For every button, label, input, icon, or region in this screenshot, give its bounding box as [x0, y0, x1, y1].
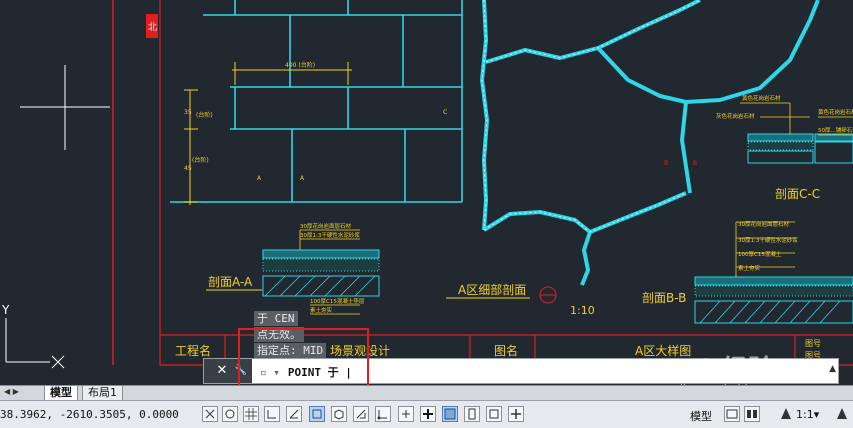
annotation-monitor-icon[interactable]	[508, 406, 524, 422]
section-bb-title: 剖面B-B	[642, 291, 686, 305]
callout-bb-4: 素土夯实	[738, 264, 761, 272]
callout-aa-4: 素土夯实	[310, 306, 333, 314]
3d-osnap-icon[interactable]	[331, 406, 347, 422]
object-snap-icon[interactable]	[309, 406, 325, 422]
command-prefix-icon[interactable]: ▫ ▾	[260, 366, 280, 379]
command-history-line-2: 点无效。	[254, 327, 304, 342]
ucs-y-label: Y	[1, 303, 10, 317]
tb-project-value: 场景观设计	[330, 344, 390, 358]
section-aa-title: 剖面A-A	[208, 275, 253, 289]
scale-text: 1:10	[570, 304, 595, 317]
command-input[interactable]: ▫ ▾ POINT 于 |	[260, 364, 352, 380]
tab-model[interactable]: 模型	[44, 386, 78, 401]
command-history-line-3: 指定点: MID	[254, 343, 327, 358]
wrench-icon[interactable]: 🔧	[233, 362, 249, 380]
crosshair-cursor	[20, 65, 110, 150]
infer-constraints-icon[interactable]	[222, 406, 238, 422]
title-red-text: 北	[148, 22, 157, 33]
dim-h2-text: (台阶)	[192, 156, 209, 164]
callout-cc-2: 灰色花岗岩石材	[716, 112, 755, 120]
dim-h1-text: (台阶)	[196, 111, 213, 119]
marker-a1-text: A	[257, 175, 262, 182]
annotation-scale-value: 1:1	[796, 408, 814, 421]
transparency-icon[interactable]	[442, 406, 458, 422]
callout-aa-1: 30厚花岗岩面层石材	[300, 222, 351, 230]
quick-view-drawings-icon[interactable]	[744, 406, 760, 422]
callout-bb-2: 30厚1:3干硬性水泥砂浆	[738, 236, 798, 244]
close-icon[interactable]: ✕	[214, 362, 230, 380]
tb-drawing-label: 图名	[494, 343, 518, 358]
grid-display-icon[interactable]	[243, 406, 259, 422]
status-bar: 38.3962, -2610.3505, 0.0000 模型 1:1▾	[0, 400, 853, 428]
annotation-scale-icon[interactable]	[778, 406, 794, 422]
drawing-canvas[interactable]: 北 400 (台阶) (台阶) (台阶) 35 45 C A A B B 30厚…	[0, 0, 853, 385]
annotation-visibility-icon[interactable]	[834, 406, 850, 422]
lineweight-icon[interactable]	[420, 406, 436, 422]
snap-mode-icon[interactable]	[202, 406, 218, 422]
tab-nav-icon[interactable]: ◀ ▶	[4, 387, 19, 396]
quick-properties-icon[interactable]	[464, 406, 480, 422]
marker-a2-text: A	[300, 175, 305, 182]
detail-title: A区细部剖面	[458, 282, 526, 297]
dim-width-text: 400 (台阶)	[285, 61, 315, 69]
dynamic-input-icon[interactable]	[398, 406, 414, 422]
annotation-scale[interactable]: 1:1▾	[796, 408, 819, 421]
callout-aa-3: 100厚C15混凝土垫层	[310, 297, 365, 305]
command-current-text: POINT 于 |	[287, 366, 352, 379]
marker-c-text: C	[443, 109, 447, 116]
paving-grid	[170, 0, 463, 203]
quick-view-layouts-icon[interactable]	[724, 406, 740, 422]
marker-b2-text: B	[693, 160, 697, 167]
cad-drawing: 北 400 (台阶) (台阶) (台阶) 35 45 C A A B B 30厚…	[1, 0, 853, 369]
callout-cc-3: 黄色花岗岩石材	[818, 108, 853, 116]
tab-layout1[interactable]: 布局1	[82, 386, 123, 401]
tb-project-label: 工程名	[175, 343, 211, 358]
command-history-toggle-icon[interactable]: ▲	[829, 364, 836, 374]
callout-bb-1: 30厚花岗岩面层石材	[738, 220, 789, 228]
callout-aa-2: 30厚1:3干硬性水泥砂浆	[300, 231, 360, 239]
marker-b1-text: B	[664, 160, 668, 167]
small-45-text: 45	[184, 165, 192, 172]
selection-cycling-icon[interactable]	[486, 406, 502, 422]
small-35-text: 35	[184, 109, 192, 116]
ortho-mode-icon[interactable]	[264, 406, 280, 422]
coordinate-readout: 38.3962, -2610.3505, 0.0000	[0, 408, 179, 421]
command-history-line-1: 于 CEN	[254, 311, 298, 326]
layout-tabs-bar: ◀ ▶ 模型 布局1	[0, 385, 853, 401]
command-line-grip[interactable]	[204, 359, 212, 383]
ucs-icon	[5, 318, 65, 369]
dynamic-ucs-icon[interactable]	[375, 406, 391, 422]
tb-no-label: 图号	[805, 339, 821, 348]
section-cc-title: 剖面C-C	[775, 187, 820, 201]
object-tracking-icon[interactable]	[353, 406, 369, 422]
model-space-label[interactable]: 模型	[690, 408, 712, 424]
callout-cc-4: 50厚...铺卵石	[818, 126, 853, 134]
callout-bb-3: 100厚C15混凝土	[738, 250, 782, 258]
chevron-down-icon[interactable]: ▾	[814, 408, 820, 421]
watermark-logo: Bai 经验	[662, 355, 776, 385]
polar-tracking-icon[interactable]	[286, 406, 302, 422]
callout-cc-1: 黄色花岗岩石材	[742, 94, 781, 102]
